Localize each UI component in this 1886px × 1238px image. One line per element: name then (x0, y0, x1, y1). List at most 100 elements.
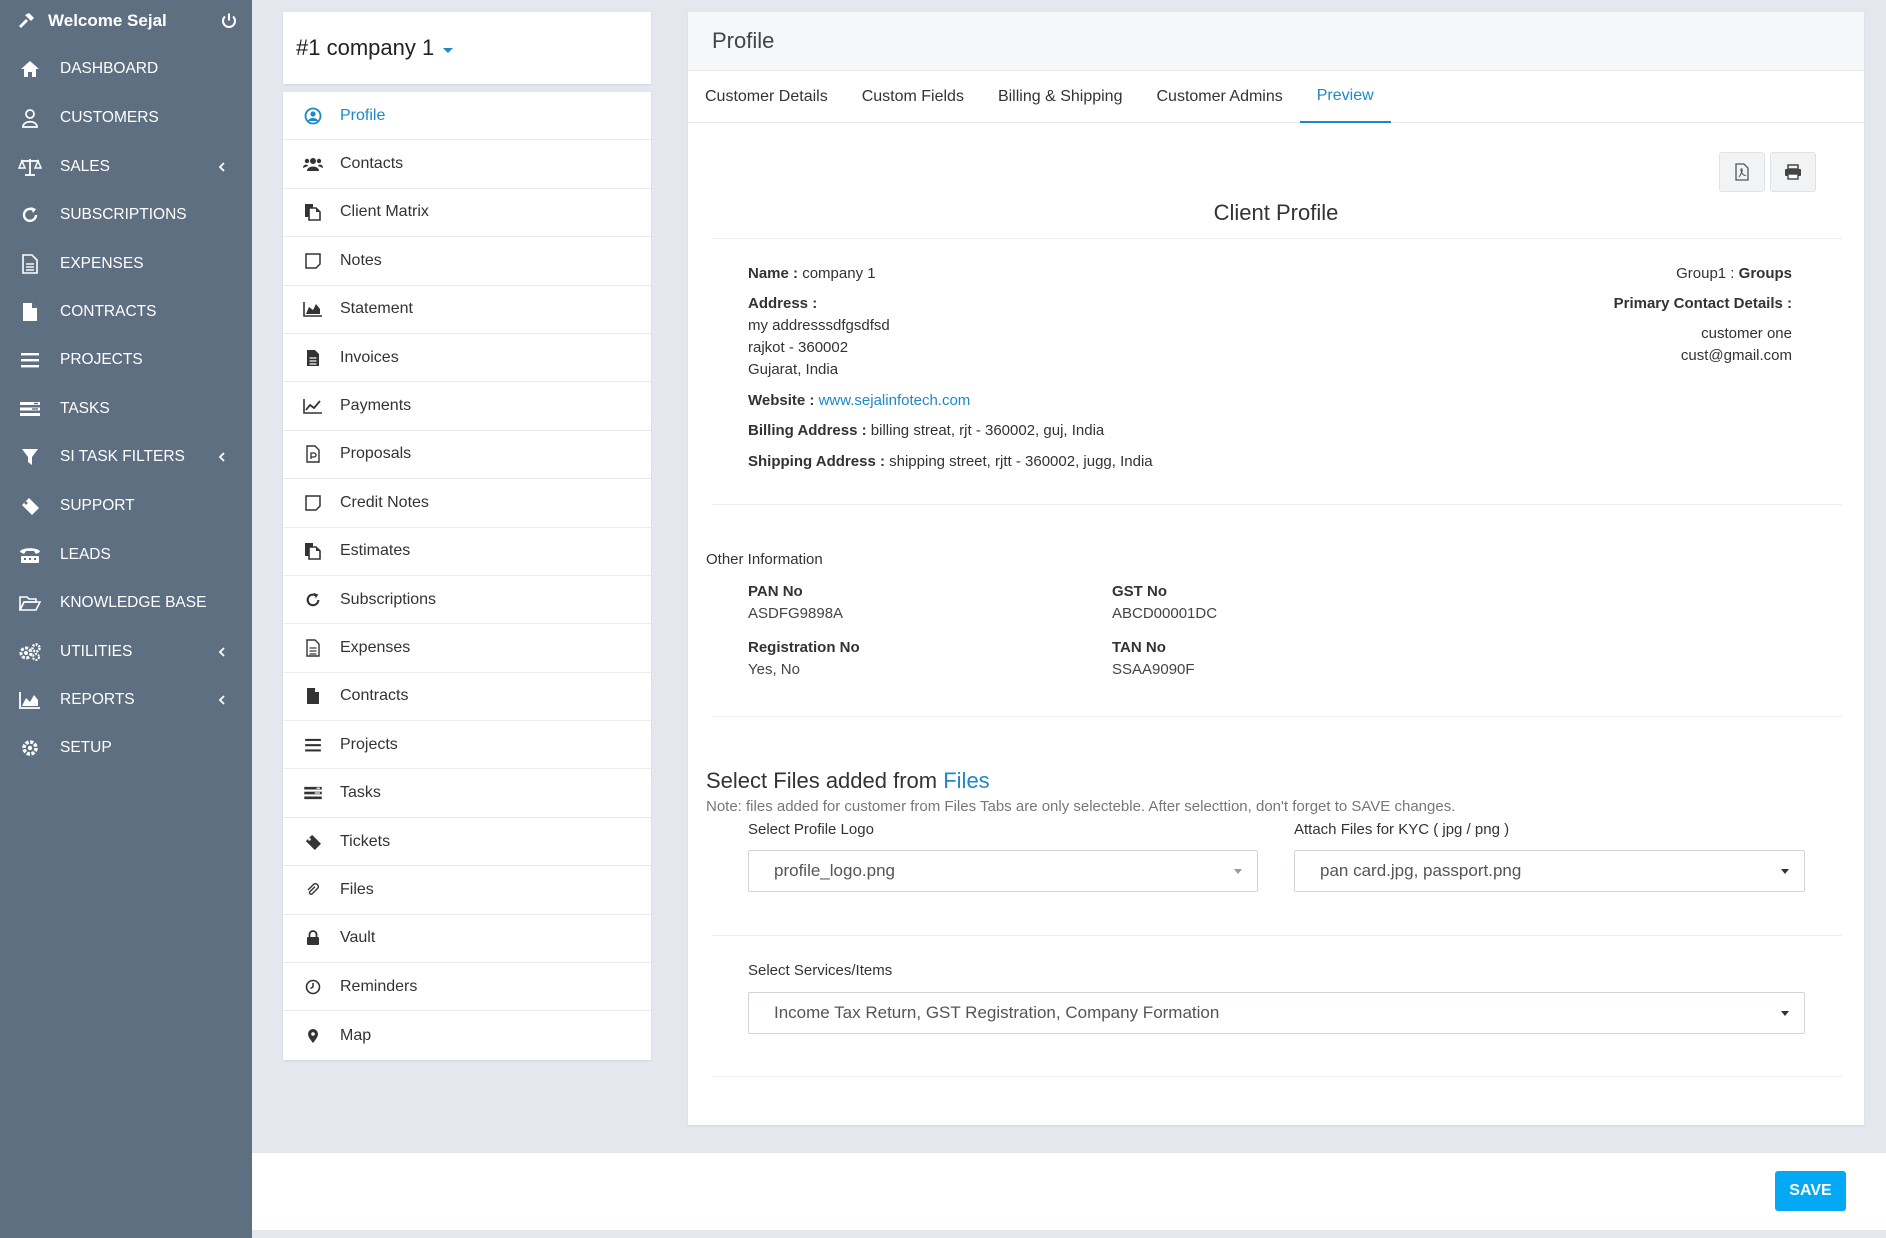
customer-nav-item-vault[interactable]: Vault (283, 915, 651, 964)
customer-nav-label: Profile (340, 106, 386, 124)
sidebar-item-sales[interactable]: SALES (0, 147, 252, 187)
sidebar-item-setup[interactable]: SETUP (0, 728, 252, 768)
customer-nav-item-notes[interactable]: Notes (283, 237, 651, 286)
sidebar: Welcome Sejal DASHBOARD CUSTOMERS SALES … (0, 0, 252, 1238)
file-text-icon (18, 254, 42, 274)
sidebar-item-expenses[interactable]: EXPENSES (0, 244, 252, 284)
primary-contact-block: Primary Contact Details : customer one c… (1614, 293, 1792, 367)
sidebar-item-support[interactable]: SUPPORT (0, 486, 252, 526)
name-value: company 1 (802, 265, 876, 282)
sidebar-item-label: DASHBOARD (60, 60, 159, 77)
primary-contact-label: Primary Contact Details : (1613, 295, 1792, 312)
tab-preview[interactable]: Preview (1299, 71, 1391, 123)
customer-nav-item-client-matrix[interactable]: Client Matrix (283, 189, 651, 238)
sidebar-header: Welcome Sejal (0, 0, 252, 42)
profile-logo-value: profile_logo.png (774, 861, 895, 880)
customer-nav-label: Reminders (340, 977, 418, 995)
tab-billing-shipping[interactable]: Billing & Shipping (981, 71, 1140, 123)
customer-nav-item-contacts[interactable]: Contacts (283, 140, 651, 189)
customer-nav-label: Tickets (340, 832, 391, 850)
company-title: #1 company 1 (296, 35, 435, 60)
registration-label: Registration No (748, 639, 860, 656)
sidebar-item-label: LEADS (60, 546, 111, 563)
customer-nav-item-payments[interactable]: Payments (283, 382, 651, 431)
cogs-icon (18, 642, 42, 662)
footer-bar (252, 1152, 1886, 1230)
customer-nav-item-expenses[interactable]: Expenses (283, 624, 651, 673)
customer-nav-item-tasks[interactable]: Tasks (283, 769, 651, 818)
gst-value: ABCD00001DC (1112, 605, 1218, 622)
files-link[interactable]: Files (943, 768, 989, 793)
area-chart-icon (303, 299, 323, 319)
services-select[interactable]: Income Tax Return, GST Registration, Com… (748, 992, 1805, 1034)
save-button[interactable]: SAVE (1775, 1171, 1846, 1211)
customer-nav-item-files[interactable]: Files (283, 866, 651, 915)
address-line: my addresssdfgsdfsd (748, 317, 890, 334)
customer-nav: Profile Contacts Client Matrix Notes Sta… (283, 92, 651, 1060)
website-label: Website : (748, 392, 815, 409)
sticky-note-icon (303, 493, 323, 513)
sidebar-item-label: CONTRACTS (60, 303, 157, 320)
tab-customer-admins[interactable]: Customer Admins (1139, 71, 1299, 123)
sidebar-item-utilities[interactable]: UTILITIES (0, 632, 252, 672)
sidebar-item-label: REPORTS (60, 691, 135, 708)
sidebar-item-tasks[interactable]: TASKS (0, 389, 252, 429)
customer-nav-item-proposals[interactable]: Proposals (283, 431, 651, 480)
tasks-icon (18, 399, 42, 419)
profile-logo-select[interactable]: profile_logo.png (748, 850, 1258, 892)
sidebar-item-contracts[interactable]: CONTRACTS (0, 292, 252, 332)
address-line: Gujarat, India (748, 361, 839, 378)
customer-nav-item-subscriptions[interactable]: Subscriptions (283, 576, 651, 625)
customer-nav-item-tickets[interactable]: Tickets (283, 818, 651, 867)
address-label: Address : (748, 295, 818, 312)
billing-value: billing streat, rjt - 360002, guj, India (870, 422, 1105, 439)
customer-nav-item-invoices[interactable]: Invoices (283, 334, 651, 383)
sidebar-item-subscriptions[interactable]: SUBSCRIPTIONS (0, 195, 252, 235)
caret-down-icon (1781, 869, 1789, 874)
customer-nav-item-statement[interactable]: Statement (283, 286, 651, 334)
pdf-button[interactable] (1719, 152, 1765, 192)
print-button[interactable] (1770, 152, 1816, 192)
customer-nav-label: Contracts (340, 687, 409, 705)
primary-contact-email: cust@gmail.com (1680, 347, 1792, 364)
sidebar-item-knowledge-base[interactable]: KNOWLEDGE BASE (0, 583, 252, 623)
shipping-value: shipping street, rjtt - 360002, jugg, In… (889, 453, 1153, 470)
registration-value: Yes, No (748, 661, 800, 678)
customer-nav-label: Files (340, 880, 374, 898)
file-text-icon (303, 638, 323, 658)
tab-customer-details[interactable]: Customer Details (688, 71, 845, 123)
customer-nav-label: Map (340, 1026, 372, 1044)
customer-nav-item-profile[interactable]: Profile (283, 92, 651, 141)
billing-row: Billing Address : billing streat, rjt - … (748, 420, 1104, 442)
customer-nav-label: Payments (340, 397, 412, 415)
customer-nav-item-credit-notes[interactable]: Credit Notes (283, 479, 651, 528)
sidebar-item-dashboard[interactable]: DASHBOARD (0, 49, 252, 89)
files-title-text: Select Files added from (706, 768, 938, 793)
customer-nav-item-projects[interactable]: Projects (283, 721, 651, 770)
customer-nav-item-estimates[interactable]: Estimates (283, 528, 651, 576)
sidebar-item-projects[interactable]: PROJECTS (0, 340, 252, 380)
sidebar-item-leads[interactable]: LEADS (0, 535, 252, 575)
customer-nav-item-reminders[interactable]: Reminders (283, 963, 651, 1012)
kyc-files-select[interactable]: pan card.jpg, passport.png (1294, 850, 1805, 892)
sidebar-item-reports[interactable]: REPORTS (0, 680, 252, 720)
tab-custom-fields[interactable]: Custom Fields (845, 71, 981, 123)
profile-tabs: Customer Details Custom Fields Billing &… (688, 71, 1864, 123)
sidebar-item-label: SALES (60, 158, 110, 175)
customer-nav-item-contracts[interactable]: Contracts (283, 673, 651, 722)
customer-nav-label: Expenses (340, 638, 411, 656)
refresh-icon (303, 590, 323, 610)
client-profile-title: Client Profile (1213, 200, 1339, 225)
sticky-note-icon (303, 251, 323, 271)
power-icon[interactable] (220, 12, 238, 30)
tan-label: TAN No (1112, 639, 1166, 656)
map-marker-icon (303, 1026, 323, 1046)
website-link[interactable]: www.sejalinfotech.com (819, 392, 971, 409)
paperclip-icon (303, 880, 323, 900)
company-selector[interactable]: #1 company 1 (283, 12, 651, 84)
customer-nav-item-map[interactable]: Map (283, 1011, 651, 1059)
sidebar-item-customers[interactable]: CUSTOMERS (0, 98, 252, 138)
name-label: Name : (748, 265, 799, 282)
sidebar-item-si-task-filters[interactable]: SI TASK FILTERS (0, 437, 252, 477)
sidebar-item-label: TASKS (60, 400, 110, 417)
